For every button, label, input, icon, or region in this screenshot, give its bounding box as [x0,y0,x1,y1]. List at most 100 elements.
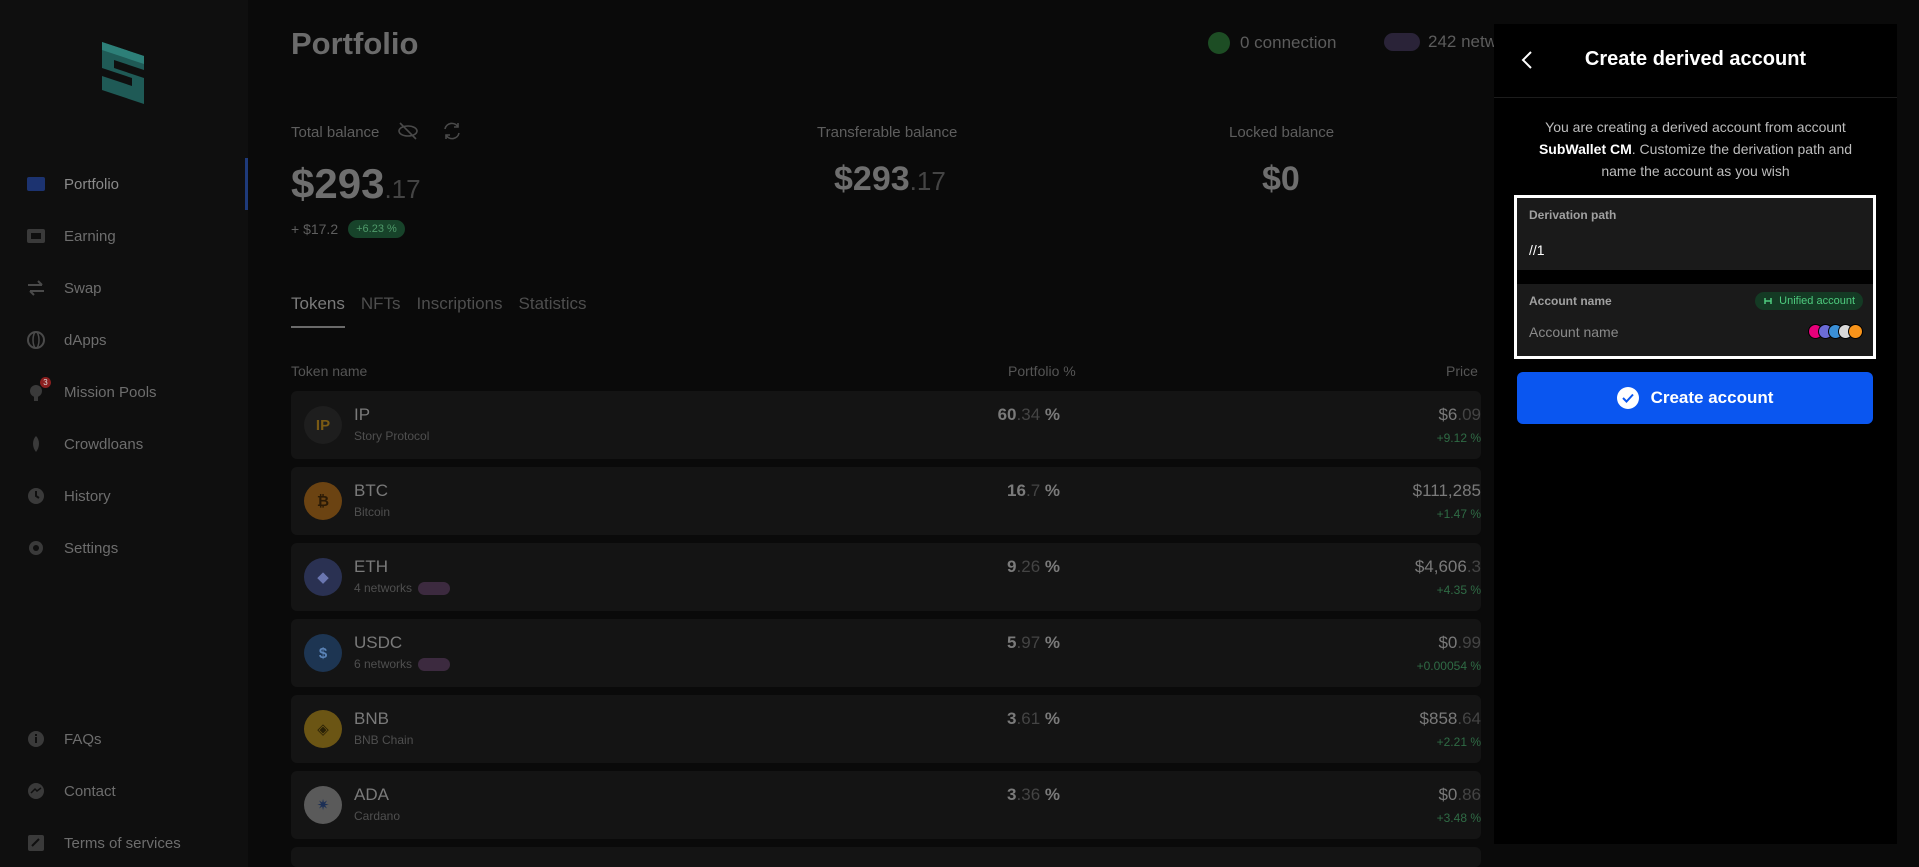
cardano-icon: ✷ [304,786,342,824]
table-row[interactable]: ₿ BTC Bitcoin 16.7 % $111,285 +1.47 % [291,467,1481,535]
sidebar-item-label: Settings [64,539,119,557]
token-price: $0.86 [1438,785,1481,804]
table-row[interactable]: $ USDC 6 networks 5.97 % $0.99 +0.00054 … [291,619,1481,687]
sidebar-item-label: Crowdloans [64,435,144,453]
document-icon [26,833,46,853]
connection-label: 0 connection [1240,33,1337,52]
token-symbol: BTC [354,481,388,500]
sidebar-item-faqs[interactable]: FAQs [0,713,248,765]
sidebar-item-crowdloans[interactable]: Crowdloans [0,418,248,470]
token-price: $6.09 [1438,405,1481,424]
network-icons [418,581,451,595]
account-name-input[interactable] [1529,324,1779,340]
sidebar-item-mission-pools[interactable]: 3 Mission Pools [0,366,248,418]
token-symbol: IP [354,405,371,424]
sidebar-item-settings[interactable]: Settings [0,522,248,574]
column-header-portfolio: Portfolio % [1008,363,1076,379]
token-portfolio-pct: 5.97 % [1007,633,1060,652]
earning-icon [26,226,46,246]
derivation-path-input[interactable]: //1 [1529,242,1545,258]
sidebar-item-contact[interactable]: Contact [0,765,248,817]
sidebar-item-label: Swap [64,279,102,297]
hide-balance-icon[interactable] [397,120,419,142]
swap-icon [26,278,46,298]
token-portfolio-pct: 16.7 % [1007,481,1060,500]
connection-icon [1208,32,1230,54]
network-icon [1384,33,1420,51]
token-price-change: +1.47 % [1436,507,1481,521]
source-account-name: SubWallet CM [1538,141,1632,157]
refresh-icon[interactable] [441,120,463,142]
column-header-price: Price [1446,363,1478,379]
transferable-balance-value: $293.17 [834,160,946,198]
token-price-change: +4.35 % [1436,583,1481,597]
crowdloan-icon [26,434,46,454]
table-row[interactable]: ◈ BNB BNB Chain 3.61 % $858.64 +2.21 % [291,695,1481,763]
sidebar-item-dapps[interactable]: dApps [0,314,248,366]
ip-token-icon: IP [304,406,342,444]
modal-title: Create derived account [1584,48,1807,70]
usdc-icon: $ [304,634,342,672]
tab-tokens[interactable]: Tokens [291,294,345,328]
token-symbol: ADA [354,785,389,804]
bnb-icon: ◈ [304,710,342,748]
sidebar-item-terms[interactable]: Terms of services [0,817,248,867]
rocket-icon: 3 [26,377,51,402]
sidebar-item-swap[interactable]: Swap [0,262,248,314]
sidebar-item-label: Portfolio [64,175,120,193]
token-name: 6 networks [354,657,451,671]
token-price-change: +9.12 % [1436,431,1481,445]
portfolio-tabs: Tokens NFTs Inscriptions Statistics [291,294,587,328]
token-symbol: BNB [354,709,389,728]
modal-description: You are creating a derived account from … [1538,119,1853,179]
bitcoin-icon: ₿ [304,482,342,520]
unified-icon [1764,298,1772,304]
token-symbol: USDC [354,633,403,652]
token-name: Bitcoin [354,505,391,519]
sidebar-item-label: Earning [64,227,116,245]
modal-header: Create derived account [1494,24,1897,98]
table-row[interactable]: ✷ ADA Cardano 3.36 % $0.86 +3.48 % [291,771,1481,839]
sidebar-nav: Portfolio Earning Swap dApps 3 Mission P… [0,158,248,574]
chain-icons [1808,324,1863,339]
bitcoin-chain-icon [1848,324,1863,339]
chat-icon [26,781,46,801]
create-account-label: Create account [1650,388,1774,407]
token-price-change: +2.21 % [1436,735,1481,749]
table-row[interactable] [291,847,1481,867]
check-icon [1616,387,1639,409]
network-selector[interactable]: 242 netw [1384,32,1497,52]
sidebar-item-label: Mission Pools [64,383,157,401]
locked-balance-label: Locked balance [1229,124,1335,141]
account-name-label: Account name [1529,294,1612,308]
token-name: Story Protocol [354,429,430,443]
connection-status[interactable]: 0 connection [1208,32,1336,54]
create-derived-account-modal: Create derived account You are creating … [1494,24,1897,844]
table-row[interactable]: ◆ ETH 4 networks 9.26 % $4,606.3 +4.35 % [291,543,1481,611]
tab-nfts[interactable]: NFTs [361,294,401,328]
table-row[interactable]: IP IP Story Protocol 60.34 % $6.09 +9.12… [291,391,1481,459]
token-portfolio-pct: 9.26 % [1007,557,1060,576]
notification-badge: 3 [40,377,51,388]
tab-statistics[interactable]: Statistics [519,294,587,328]
token-price-change: +3.48 % [1436,811,1481,825]
account-name-field[interactable]: Account name Unified account [1517,284,1873,356]
token-price: $111,285 [1412,481,1481,500]
transferable-balance-label: Transferable balance [817,124,958,141]
sidebar-item-history[interactable]: History [0,470,248,522]
info-icon [26,729,46,749]
sidebar-item-label: FAQs [64,730,102,748]
tab-inscriptions[interactable]: Inscriptions [417,294,503,328]
subwallet-logo [102,42,144,104]
balance-change: + $17.2 +6.23 % [291,220,405,238]
locked-balance-value: $0 [1262,160,1300,198]
total-balance-label: Total balance [291,124,380,141]
derivation-path-field[interactable]: Derivation path //1 [1517,198,1873,270]
create-account-button[interactable]: Create account [1517,372,1873,424]
sidebar-item-label: Terms of services [64,834,181,852]
token-portfolio-pct: 60.34 % [997,405,1060,424]
sidebar-item-portfolio[interactable]: Portfolio [0,158,248,210]
total-balance-value: $293.17 [291,160,421,207]
derivation-path-label: Derivation path [1529,208,1617,222]
sidebar-item-earning[interactable]: Earning [0,210,248,262]
